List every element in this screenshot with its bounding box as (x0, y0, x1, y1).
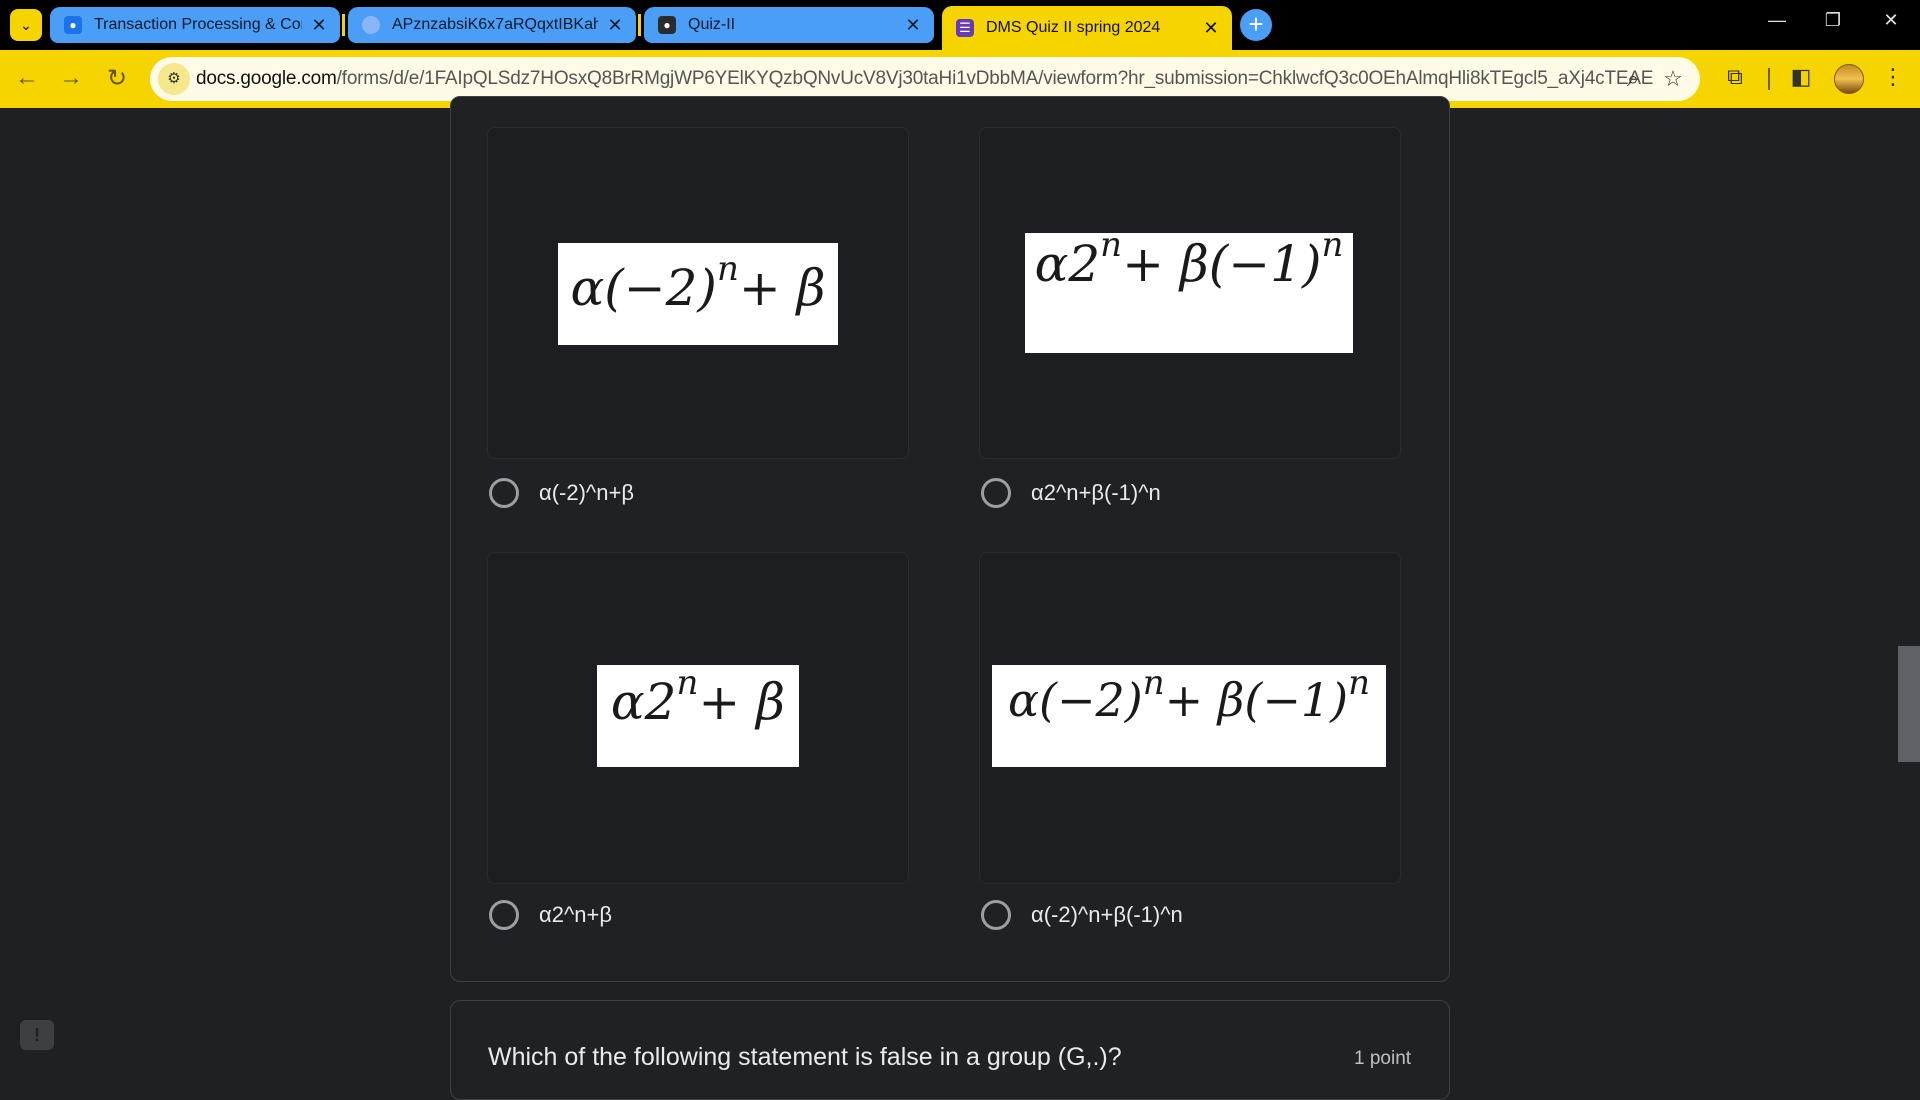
tab-title: APznzabsiK6x7aRQqxtIBKahrQ (392, 16, 598, 33)
menu-kebab-icon[interactable]: ⋮ (1878, 64, 1908, 90)
site-info-icon[interactable]: ⚙ (158, 63, 190, 95)
back-arrow-icon[interactable]: ← (12, 64, 42, 92)
tab-separator (638, 14, 641, 36)
tab-dms-quiz-ii[interactable]: ☰ DMS Quiz II spring 2024 ✕ (942, 6, 1232, 50)
classroom-icon: ● (658, 16, 676, 34)
zoom-icon[interactable]: ⌕ (1620, 66, 1646, 92)
toolbar-divider (1768, 68, 1770, 90)
math-tail: + β(−1) (1122, 235, 1322, 293)
option-label-3: α2^n+β (539, 902, 613, 927)
math-exponent: n (1142, 663, 1165, 703)
address-bar[interactable]: ⚙ docs.google.com/forms/d/e/1FAIpQLSdz7H… (150, 57, 1700, 101)
chevron-down-icon: ⌄ (20, 16, 32, 33)
option-label-4: α(-2)^n+β(-1)^n (1031, 902, 1183, 927)
math-exponent: n (1348, 663, 1371, 703)
math-exponent: n (1321, 225, 1344, 265)
tab-separator (342, 14, 345, 36)
bookmark-star-icon[interactable]: ☆ (1660, 66, 1686, 92)
option-image-2: α2 n + β(−1) n (1025, 225, 1353, 353)
url-text[interactable]: docs.google.com/forms/d/e/1FAIpQLSdz7HOs… (196, 68, 1653, 90)
math-tail: + β (738, 259, 826, 317)
math-tail: + β(−1) (1164, 673, 1349, 727)
minimize-icon[interactable]: — (1762, 10, 1792, 31)
tab-transaction-processing[interactable]: ● Transaction Processing & Conc ✕ (50, 7, 340, 43)
reload-icon[interactable]: ↻ (102, 64, 132, 93)
question-points: 1 point (1354, 1048, 1412, 1069)
math-base: α2 (610, 673, 677, 731)
tab-title: Quiz-II (688, 16, 736, 33)
close-icon[interactable]: ✕ (904, 15, 922, 36)
url-host: docs.google.com (196, 68, 337, 89)
extensions-icon[interactable]: ⧉ (1720, 64, 1750, 90)
question-card: α(−2) n + β α(-2)^n+β α2 n + β(−1) n α2^n+β… (450, 96, 1450, 982)
forward-arrow-icon[interactable]: → (56, 64, 86, 92)
profile-avatar[interactable] (1834, 64, 1864, 94)
radio-option-4[interactable] (981, 900, 1011, 930)
math-exponent: n (716, 249, 739, 289)
radio-option-1[interactable] (489, 478, 519, 508)
radio-option-2[interactable] (981, 478, 1011, 508)
close-icon[interactable]: ✕ (1202, 18, 1220, 39)
new-tab-button[interactable]: + (1240, 9, 1272, 41)
person-icon: ● (64, 16, 82, 34)
tab-title: Transaction Processing & Conc (94, 16, 302, 33)
close-icon[interactable]: ✕ (310, 15, 328, 36)
report-feedback-icon[interactable]: ! (20, 1020, 54, 1050)
restore-icon[interactable]: ❐ (1818, 10, 1848, 31)
side-panel-icon[interactable]: ◧ (1786, 64, 1816, 90)
question-title: Which of the following statement is fals… (488, 1043, 1122, 1071)
option-label-1: α(-2)^n+β (539, 480, 634, 505)
math-base: α2 (1034, 235, 1101, 293)
tab-search-button[interactable]: ⌄ (10, 9, 42, 41)
next-question-card: Which of the following statement is fals… (450, 1000, 1450, 1100)
math-base: α(−2) (570, 259, 717, 317)
option-image-4: α(−2) n + β(−1) n (992, 663, 1386, 767)
tab-strip: ⌄ ● Transaction Processing & Conc ✕ APzn… (0, 0, 1920, 50)
tab-quiz-ii[interactable]: ● Quiz-II ✕ (644, 7, 934, 43)
url-path: /forms/d/e/1FAIpQLSdz7HOsxQ8BrRMgjWP6YEl… (336, 68, 1654, 89)
math-tail: + β (698, 673, 786, 731)
forms-icon: ☰ (956, 19, 974, 37)
globe-icon (362, 16, 380, 34)
option-label-2: α2^n+β(-1)^n (1031, 480, 1161, 505)
option-image-3: α2 n + β (597, 663, 799, 767)
scrollbar-thumb[interactable] (1898, 646, 1920, 762)
tab-apznzabsi[interactable]: APznzabsiK6x7aRQqxtIBKahrQ ✕ (348, 7, 636, 43)
math-exponent: n (1100, 225, 1123, 265)
math-exponent: n (676, 663, 699, 703)
tab-title: DMS Quiz II spring 2024 (986, 19, 1161, 36)
radio-option-3[interactable] (489, 900, 519, 930)
math-base: α(−2) (1007, 673, 1143, 727)
window-close-icon[interactable]: ✕ (1876, 10, 1906, 31)
close-icon[interactable]: ✕ (606, 15, 624, 36)
option-image-1: α(−2) n + β (558, 243, 838, 345)
